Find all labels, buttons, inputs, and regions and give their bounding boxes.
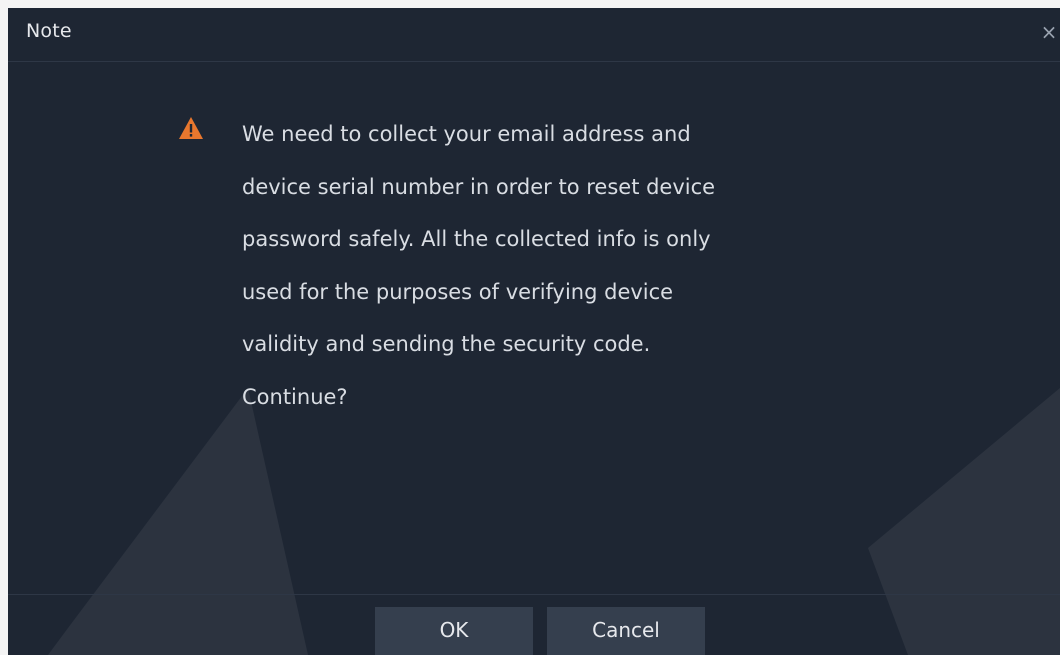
close-icon[interactable]: × — [1038, 20, 1060, 44]
dialog-content: We need to collect your email address an… — [8, 62, 1060, 594]
dialog-title: Note — [26, 20, 72, 42]
cancel-button[interactable]: Cancel — [547, 607, 705, 655]
ok-button[interactable]: OK — [375, 607, 533, 655]
message-line: validity and sending the security code. — [242, 332, 651, 356]
dialog-titlebar: Note × — [8, 8, 1060, 62]
message-line: used for the purposes of verifying devic… — [242, 279, 674, 304]
message-line: device serial number in order to reset d… — [242, 174, 716, 199]
message-line: We need to collect your email address an… — [242, 122, 691, 146]
message-line: Continue? — [242, 384, 348, 409]
warning-triangle-icon — [179, 117, 203, 139]
dialog-message: We need to collect your email address an… — [242, 108, 822, 423]
message-line: password safely. All the collected info … — [242, 227, 711, 251]
note-dialog: Note × We need to collect your email add… — [8, 8, 1060, 655]
dialog-footer: OK Cancel — [8, 594, 1060, 655]
